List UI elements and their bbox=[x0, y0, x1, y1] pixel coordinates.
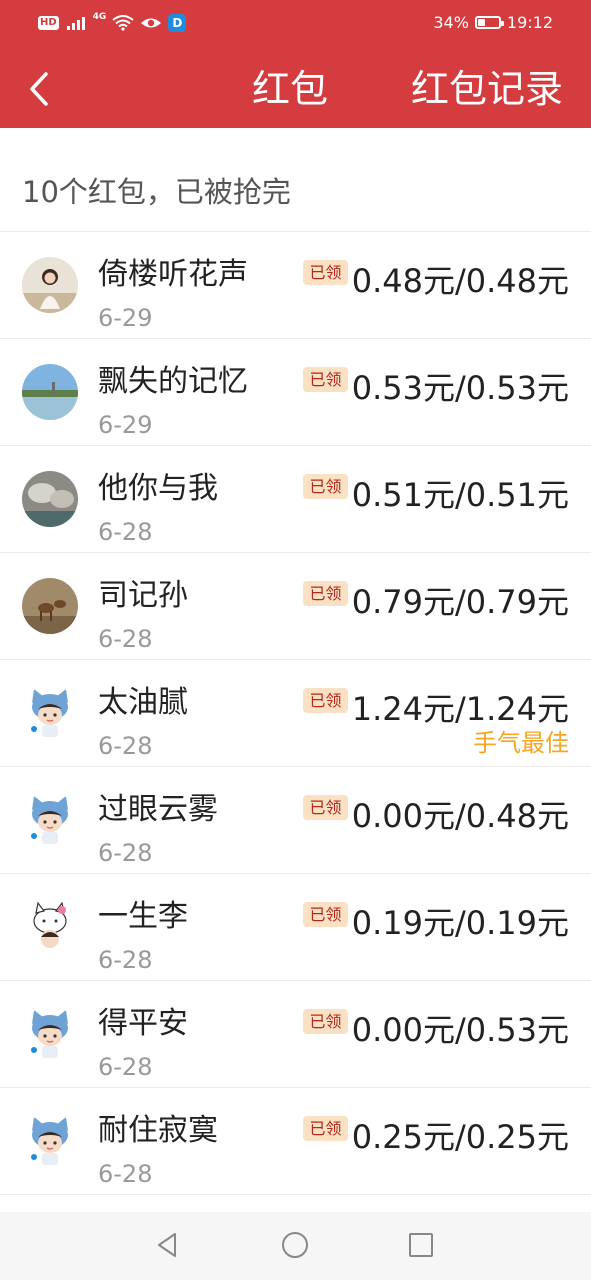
recipient-name: 得平安 bbox=[98, 1006, 188, 1041]
received-date: 6-28 bbox=[98, 625, 153, 653]
received-badge: 已领 bbox=[303, 902, 348, 927]
amount-text: 0.00元/0.48元 bbox=[351, 797, 569, 835]
received-date: 6-28 bbox=[98, 1160, 153, 1188]
recipient-row[interactable]: 一生李 6-28 已领 0.19元/0.19元 bbox=[0, 874, 591, 981]
avatar[interactable] bbox=[22, 792, 78, 848]
status-icons-right: 34% 19:12 bbox=[433, 13, 553, 32]
nav-recents-button[interactable] bbox=[406, 1230, 436, 1260]
best-luck-label: 手气最佳 bbox=[473, 729, 569, 757]
recipient-row[interactable]: 倚楼听花声 6-29 已领 0.48元/0.48元 bbox=[0, 232, 591, 339]
amount-text: 0.19元/0.19元 bbox=[351, 904, 569, 942]
received-date: 6-29 bbox=[98, 411, 153, 439]
avatar[interactable] bbox=[22, 578, 78, 634]
page-title: 红包 bbox=[252, 67, 329, 111]
amount-text: 1.24元/1.24元 bbox=[351, 690, 569, 728]
status-bar: HD 4G D 34% 19:12 bbox=[0, 0, 591, 50]
back-arrow-icon bbox=[30, 72, 48, 106]
back-button[interactable] bbox=[22, 66, 62, 112]
avatar[interactable] bbox=[22, 1113, 78, 1169]
recipient-name: 司记孙 bbox=[98, 578, 188, 613]
recipient-row[interactable]: 耐住寂寞 6-28 已领 0.25元/0.25元 bbox=[0, 1088, 591, 1195]
recipient-name: 过眼云雾 bbox=[98, 792, 218, 827]
received-badge: 已领 bbox=[303, 795, 348, 820]
network-type-label: 4G bbox=[92, 12, 107, 22]
recipient-row[interactable]: 得平安 6-28 已领 0.00元/0.53元 bbox=[0, 981, 591, 1088]
recipient-row[interactable]: 飘失的记忆 6-29 已领 0.53元/0.53元 bbox=[0, 339, 591, 446]
received-badge: 已领 bbox=[303, 688, 348, 713]
received-date: 6-28 bbox=[98, 1053, 153, 1081]
received-date: 6-29 bbox=[98, 304, 153, 332]
amount-text: 0.79元/0.79元 bbox=[351, 583, 569, 621]
packet-summary: 10个红包，已被抢完 bbox=[0, 128, 591, 232]
avatar[interactable] bbox=[22, 1006, 78, 1062]
hd-icon: HD bbox=[38, 16, 59, 30]
summary-text: 10个红包，已被抢完 bbox=[22, 175, 291, 209]
amount-text: 0.53元/0.53元 bbox=[351, 369, 569, 407]
recipient-name: 一生李 bbox=[98, 899, 188, 934]
recipient-name: 他你与我 bbox=[98, 471, 218, 506]
avatar[interactable] bbox=[22, 257, 78, 313]
received-badge: 已领 bbox=[303, 581, 348, 606]
recipient-name: 耐住寂寞 bbox=[98, 1113, 218, 1148]
amount-text: 0.25元/0.25元 bbox=[351, 1118, 569, 1156]
app-header: 红包 红包记录 bbox=[0, 50, 591, 128]
received-badge: 已领 bbox=[303, 367, 348, 392]
received-badge: 已领 bbox=[303, 1116, 348, 1141]
recipient-list: 倚楼听花声 6-29 已领 0.48元/0.48元 飘失的记忆 6-29 已领 0.53元/0… bbox=[0, 232, 591, 1195]
eye-icon bbox=[140, 15, 162, 31]
recipient-row[interactable]: 司记孙 6-28 已领 0.79元/0.79元 bbox=[0, 553, 591, 660]
avatar[interactable] bbox=[22, 685, 78, 741]
square-recents-icon bbox=[409, 1233, 433, 1257]
avatar[interactable] bbox=[22, 899, 78, 955]
system-nav-bar bbox=[0, 1212, 591, 1280]
recipient-row[interactable]: 太油腻 6-28 已领 1.24元/1.24元 手气最佳 bbox=[0, 660, 591, 767]
wifi-icon bbox=[112, 15, 134, 31]
clock: 19:12 bbox=[506, 13, 553, 32]
amount-text: 0.00元/0.53元 bbox=[351, 1011, 569, 1049]
recipient-name: 倚楼听花声 bbox=[98, 257, 248, 292]
status-icons-left: HD 4G D bbox=[38, 12, 187, 32]
recipient-name: 太油腻 bbox=[98, 685, 188, 720]
signal-icon bbox=[65, 15, 87, 31]
battery-percent: 34% bbox=[433, 13, 469, 32]
received-badge: 已领 bbox=[303, 1009, 348, 1034]
amount-text: 0.51元/0.51元 bbox=[351, 476, 569, 514]
received-badge: 已领 bbox=[303, 474, 348, 499]
avatar[interactable] bbox=[22, 471, 78, 527]
battery-icon bbox=[474, 16, 504, 29]
app-notification-icon: D bbox=[168, 14, 187, 32]
recipient-row[interactable]: 他你与我 6-28 已领 0.51元/0.51元 bbox=[0, 446, 591, 553]
received-date: 6-28 bbox=[98, 732, 153, 760]
received-date: 6-28 bbox=[98, 518, 153, 546]
circle-home-icon bbox=[282, 1232, 308, 1258]
amount-text: 0.48元/0.48元 bbox=[351, 262, 569, 300]
received-badge: 已领 bbox=[303, 260, 348, 285]
recipient-name: 飘失的记忆 bbox=[98, 364, 248, 399]
recipient-row[interactable]: 过眼云雾 6-28 已领 0.00元/0.48元 bbox=[0, 767, 591, 874]
received-date: 6-28 bbox=[98, 946, 153, 974]
avatar[interactable] bbox=[22, 364, 78, 420]
triangle-back-icon bbox=[158, 1233, 176, 1257]
nav-back-button[interactable] bbox=[153, 1230, 183, 1260]
nav-home-button[interactable] bbox=[280, 1230, 310, 1260]
red-packet-records-button[interactable]: 红包记录 bbox=[411, 64, 563, 114]
received-date: 6-28 bbox=[98, 839, 153, 867]
